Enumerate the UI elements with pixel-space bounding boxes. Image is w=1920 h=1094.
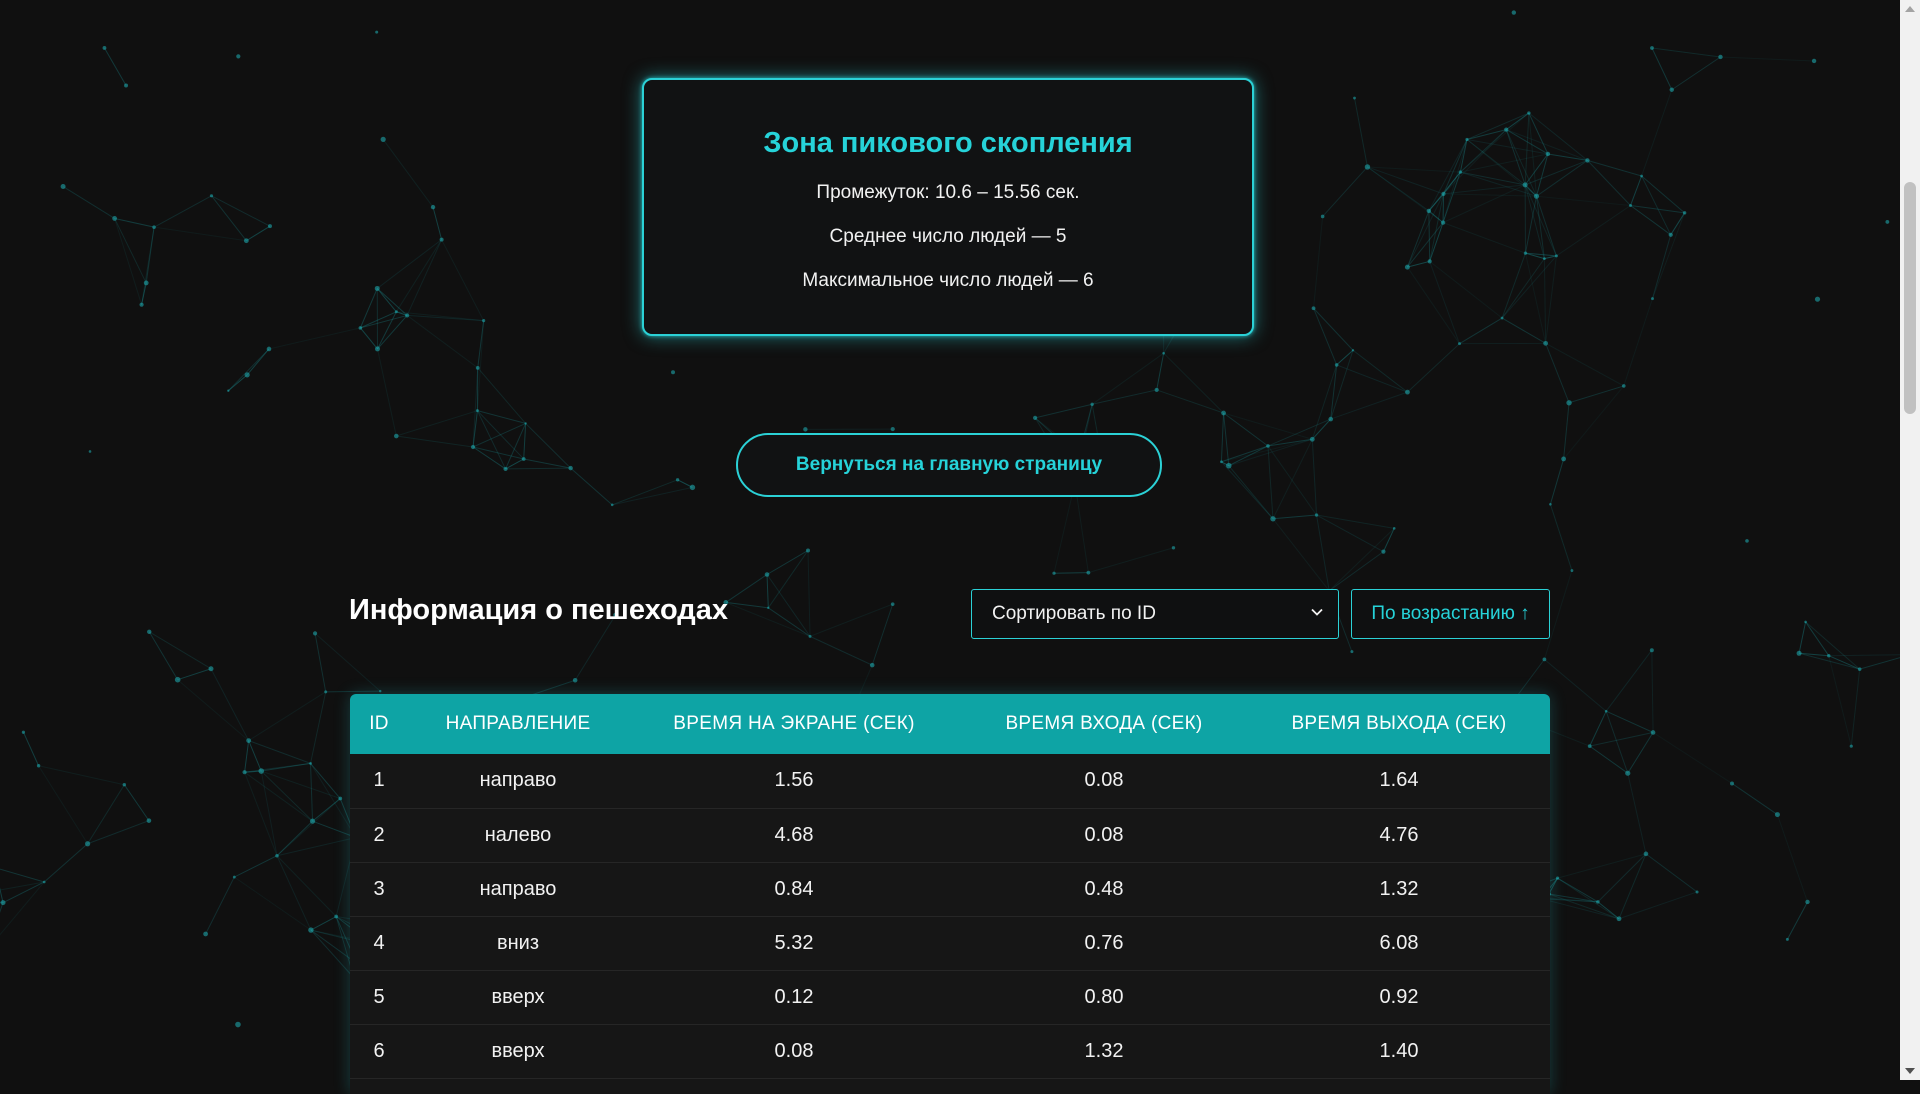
cell-id: 5 — [350, 970, 408, 1024]
pedestrians-table: ID НАПРАВЛЕНИЕ ВРЕМЯ НА ЭКРАНЕ (СЕК) ВРЕ… — [350, 694, 1550, 1094]
table-row: 6 вверх 0.08 1.32 1.40 — [350, 1024, 1550, 1078]
cell-id: 3 — [350, 862, 408, 916]
scrollbar-thumb[interactable] — [1904, 182, 1916, 414]
sort-select[interactable]: Сортировать по ID — [971, 589, 1339, 639]
cell-exit-time: 0.92 — [1248, 970, 1550, 1024]
table-row: 2 налево 4.68 0.08 4.76 — [350, 808, 1550, 862]
cell-screen-time: 5.32 — [628, 916, 960, 970]
cell-screen-time: 0.12 — [628, 970, 960, 1024]
cell-id: 2 — [350, 808, 408, 862]
scroll-up-arrow-icon[interactable] — [1905, 6, 1915, 12]
peak-maximum: Максимальное число людей — 6 — [644, 270, 1252, 292]
cell-entry-time: 0.48 — [960, 862, 1248, 916]
cell-direction: налево — [408, 808, 628, 862]
cell-entry-time: 1.32 — [960, 1024, 1248, 1078]
column-header-screen-time[interactable]: ВРЕМЯ НА ЭКРАНЕ (СЕК) — [628, 694, 960, 754]
cell-exit-time: 4.76 — [1248, 808, 1550, 862]
table-row: 3 направо 0.84 0.48 1.32 — [350, 862, 1550, 916]
back-to-home-button[interactable]: Вернуться на главную страницу — [736, 433, 1162, 497]
cell-direction: вверх — [408, 970, 628, 1024]
cell-screen-time: 4.68 — [628, 808, 960, 862]
sort-select-value: Сортировать по ID — [992, 603, 1156, 625]
sort-order-button[interactable]: По возрастанию ↑ — [1351, 589, 1550, 639]
cell-id: 6 — [350, 1024, 408, 1078]
peak-interval: Промежуток: 10.6 – 15.56 сек. — [644, 182, 1252, 204]
table-header-row: ID НАПРАВЛЕНИЕ ВРЕМЯ НА ЭКРАНЕ (СЕК) ВРЕ… — [350, 694, 1550, 754]
cell-entry-time: 0.08 — [960, 808, 1248, 862]
cell-exit-time: 1.64 — [1248, 754, 1550, 808]
page-scrollbar[interactable] — [1900, 0, 1920, 1080]
peak-zone-title: Зона пикового скопления — [644, 127, 1252, 160]
column-header-id[interactable]: ID — [350, 694, 408, 754]
cell-screen-time: 0.08 — [628, 1024, 960, 1078]
cell-screen-time: 1.56 — [628, 754, 960, 808]
cell-exit-time: 1.32 — [1248, 862, 1550, 916]
cell-screen-time: 0.84 — [628, 862, 960, 916]
table-row: 4 вниз 5.32 0.76 6.08 — [350, 916, 1550, 970]
cell-id: 1 — [350, 754, 408, 808]
cell-entry-time: 0.80 — [960, 970, 1248, 1024]
cell-exit-time: 6.08 — [1248, 916, 1550, 970]
table-row: 5 вверх 0.12 0.80 0.92 — [350, 970, 1550, 1024]
chevron-down-icon — [1310, 605, 1324, 619]
cell-entry-time: 0.76 — [960, 916, 1248, 970]
cell-direction: вверх — [408, 1024, 628, 1078]
peak-zone-card: Зона пикового скопления Промежуток: 10.6… — [642, 78, 1254, 336]
column-header-direction[interactable]: НАПРАВЛЕНИЕ — [408, 694, 628, 754]
peak-average: Среднее число людей — 5 — [644, 226, 1252, 248]
cell-entry-time: 0.08 — [960, 754, 1248, 808]
cell-exit-time: 1.40 — [1248, 1024, 1550, 1078]
cell-direction: направо — [408, 754, 628, 808]
column-header-exit-time[interactable]: ВРЕМЯ ВЫХОДА (СЕК) — [1248, 694, 1550, 754]
table-row: 1 направо 1.56 0.08 1.64 — [350, 754, 1550, 808]
cell-id: 4 — [350, 916, 408, 970]
pedestrians-title: Информация о пешеходах — [349, 594, 728, 627]
page: Зона пикового скопления Промежуток: 10.6… — [0, 0, 1900, 1080]
cell-direction: вниз — [408, 916, 628, 970]
cell-direction: направо — [408, 862, 628, 916]
column-header-entry-time[interactable]: ВРЕМЯ ВХОДА (СЕК) — [960, 694, 1248, 754]
scroll-down-arrow-icon[interactable] — [1905, 1068, 1915, 1074]
